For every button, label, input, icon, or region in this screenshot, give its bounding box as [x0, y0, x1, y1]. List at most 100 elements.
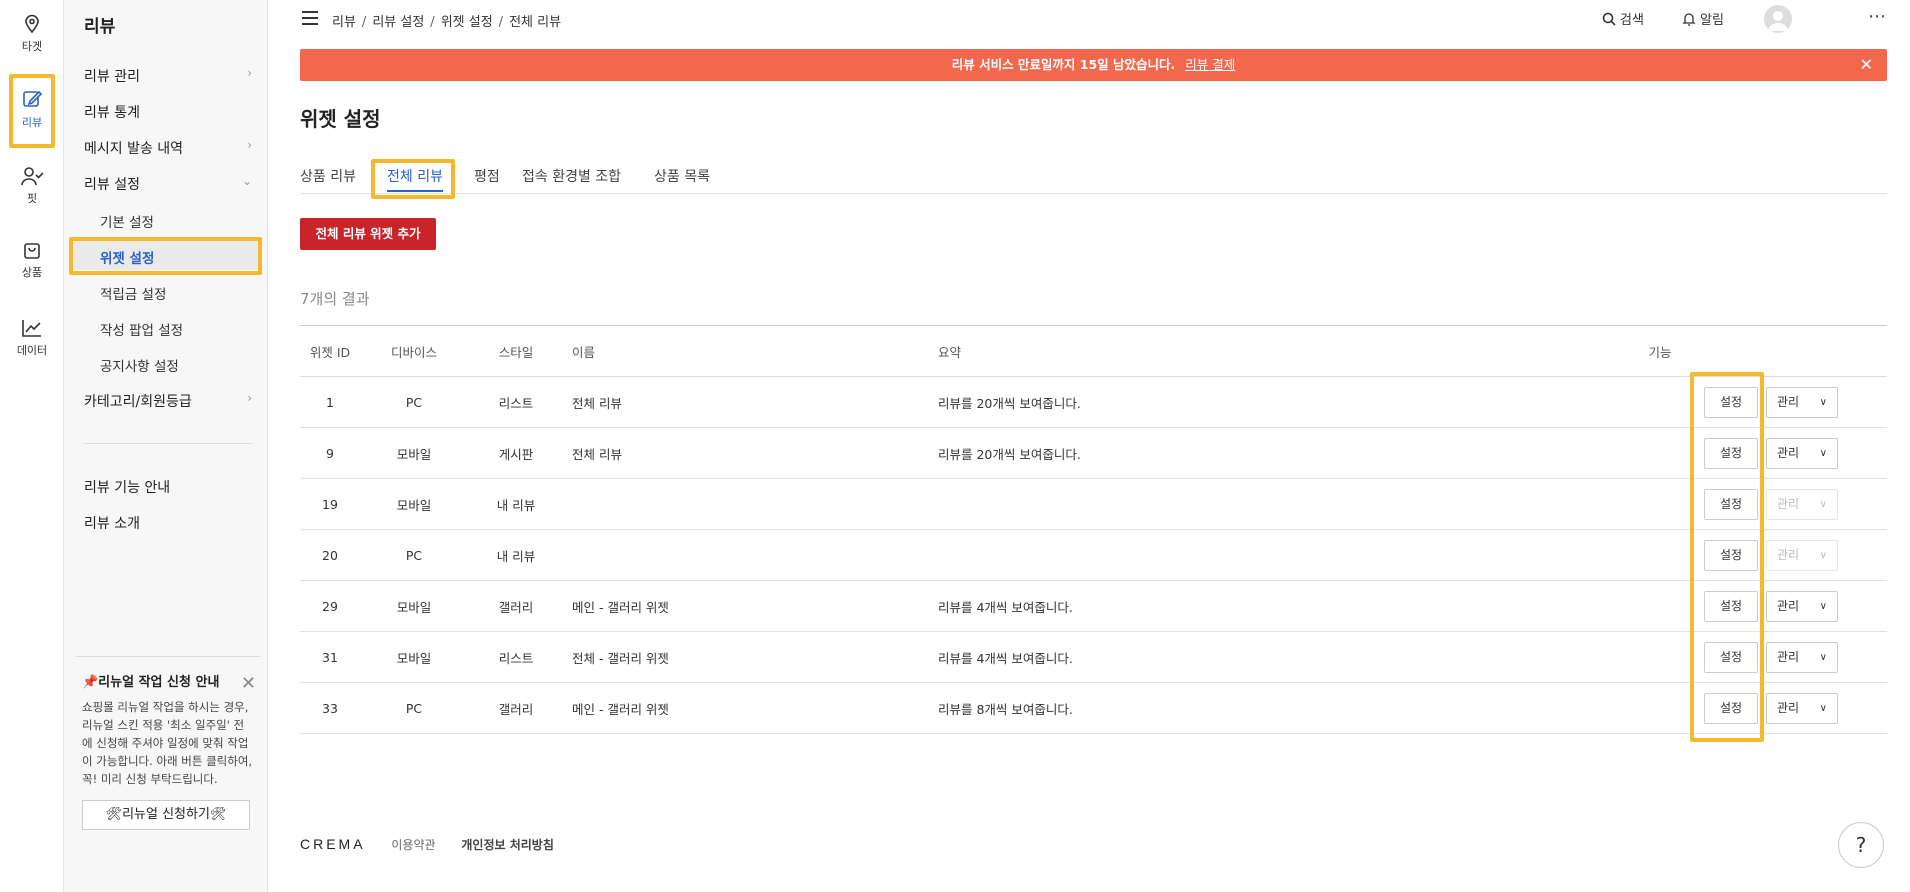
cell-style: 내 리뷰	[496, 497, 536, 513]
sidebar-item-review-stats[interactable]: 리뷰 통계	[84, 102, 252, 122]
widget-settings-button[interactable]: 설정	[1704, 540, 1758, 571]
sidebar-item-message-history[interactable]: 메시지 발송 내역 ›	[84, 138, 252, 158]
cell-name: 메인 - 갤러리 위젯	[572, 599, 669, 615]
widget-settings-button[interactable]: 설정	[1704, 642, 1758, 673]
manage-label: 관리	[1777, 599, 1800, 613]
cell-device: 모바일	[396, 650, 432, 666]
manage-dropdown[interactable]: 관리 ∨	[1766, 387, 1838, 418]
sidebar-sub-popup[interactable]: 작성 팝업 설정	[100, 319, 183, 339]
edit-icon	[0, 88, 64, 110]
top-bar: 리뷰 / 리뷰 설정 / 위젯 설정 / 전체 리뷰 검색 알림 ⋯	[268, 0, 1910, 38]
manage-dropdown[interactable]: 관리 ∨	[1766, 438, 1838, 469]
cell-style: 리스트	[498, 650, 534, 666]
add-widget-button[interactable]: 전체 리뷰 위젯 추가	[300, 218, 436, 250]
avatar[interactable]	[1764, 5, 1792, 33]
sidebar-item-category[interactable]: 카테고리/회원등급 ›	[84, 391, 252, 411]
breadcrumb-item: 전체 리뷰	[509, 15, 562, 30]
cell-style: 내 리뷰	[496, 548, 536, 564]
rail-item-label: 타겟	[21, 40, 43, 53]
table-row: 29 모바일 갤러리 메인 - 갤러리 위젯 리뷰를 4개씩 보여줍니다. 설정 관리 ∨	[300, 581, 1887, 632]
close-icon[interactable]: ✕	[241, 673, 256, 694]
chevron-down-icon: ∨	[1819, 652, 1827, 663]
tab-rating[interactable]: 평점	[474, 166, 500, 186]
close-icon[interactable]: ✕	[1860, 49, 1873, 81]
breadcrumb-item[interactable]: 리뷰 설정	[372, 15, 424, 30]
notice-body: 쇼핑몰 리뉴얼 작업을 하시는 경우, 리뉴얼 스킨 적용 '최소 일주일' 전…	[82, 700, 253, 786]
banner-payment-link[interactable]: 리뷰 결제	[1185, 57, 1235, 72]
menu-icon[interactable]	[302, 11, 318, 25]
page-title: 위젯 설정	[300, 107, 381, 131]
main-content: 리뷰 / 리뷰 설정 / 위젯 설정 / 전체 리뷰 검색 알림 ⋯ 리뷰 서비스 만료일까…	[268, 0, 1910, 892]
privacy-link[interactable]: 개인정보 처리방침	[461, 838, 554, 852]
alarm-button[interactable]: 알림	[1682, 9, 1724, 28]
rail-item[interactable]: 핏	[0, 166, 64, 206]
sidebar-link-guide[interactable]: 리뷰 기능 안내	[84, 477, 252, 497]
sidebar-sub-widget[interactable]: 위젯 설정	[100, 247, 154, 267]
sidebar-sub-basic[interactable]: 기본 설정	[100, 211, 154, 231]
sidebar-link-intro[interactable]: 리뷰 소개	[84, 513, 252, 533]
chevron-down-icon: ∨	[1819, 448, 1827, 459]
sidebar-item-review-settings[interactable]: 리뷰 설정 ⌄	[84, 174, 252, 194]
cell-style: 게시판	[498, 446, 534, 462]
header-style: 스타일	[498, 344, 534, 360]
cell-id: 33	[322, 700, 338, 716]
search-button[interactable]: 검색	[1602, 9, 1644, 28]
cell-device: 모바일	[396, 599, 432, 615]
table-header: 위젯 ID 디바이스 스타일 이름 요약 기능	[300, 326, 1887, 377]
manage-label: 관리	[1777, 650, 1800, 664]
user-check-icon	[0, 166, 64, 186]
cell-id: 20	[322, 547, 338, 563]
manage-dropdown[interactable]: 관리 ∨	[1766, 693, 1838, 724]
tab-all-review[interactable]: 전체 리뷰	[387, 166, 443, 192]
rail-item[interactable]: 타겟	[0, 14, 64, 54]
banner-text: 리뷰 서비스 만료일까지 15일 남았습니다.	[951, 57, 1176, 72]
breadcrumb-item[interactable]: 리뷰	[332, 15, 356, 30]
cell-summary: 리뷰를 4개씩 보여줍니다.	[938, 599, 1073, 615]
location-pin-icon	[0, 14, 64, 34]
widget-settings-button[interactable]: 설정	[1704, 693, 1758, 724]
breadcrumb-sep: /	[430, 15, 435, 30]
widget-settings-button[interactable]: 설정	[1704, 438, 1758, 469]
tab-product-list[interactable]: 상품 목록	[654, 166, 710, 186]
table-row: 31 모바일 리스트 전체 - 갤러리 위젯 리뷰를 4개씩 보여줍니다. 설정 관리 ∨	[300, 632, 1887, 683]
sidebar-item-label: 리뷰 통계	[84, 105, 140, 121]
breadcrumb-item[interactable]: 위젯 설정	[441, 15, 493, 30]
cell-id: 19	[322, 496, 338, 512]
tab-product-review[interactable]: 상품 리뷰	[300, 166, 356, 186]
search-icon	[1602, 12, 1616, 26]
more-icon[interactable]: ⋯	[1868, 6, 1887, 27]
table-row: 1 PC 리스트 전체 리뷰 리뷰를 20개씩 보여줍니다. 설정 관리 ∨	[300, 377, 1887, 428]
breadcrumb: 리뷰 / 리뷰 설정 / 위젯 설정 / 전체 리뷰	[332, 11, 561, 30]
manage-dropdown[interactable]: 관리 ∨	[1766, 591, 1838, 622]
renewal-request-button[interactable]: 🛠리뉴얼 신청하기🛠	[82, 800, 250, 830]
rail-item[interactable]: 상품	[0, 240, 64, 280]
rail-item-label: 핏	[26, 192, 38, 205]
widget-settings-button[interactable]: 설정	[1704, 489, 1758, 520]
sidebar-divider	[84, 443, 252, 444]
sidebar-sub-notice[interactable]: 공지사항 설정	[100, 355, 179, 375]
rail-item[interactable]: 데이터	[0, 318, 64, 358]
cell-summary	[938, 530, 1538, 580]
rail-item-label: 상품	[21, 266, 43, 279]
rail-item[interactable]: 리뷰	[0, 88, 64, 130]
cell-device: 모바일	[396, 497, 432, 513]
sidebar-item-review-manage[interactable]: 리뷰 관리 ›	[84, 66, 252, 86]
cell-id: 29	[322, 598, 338, 614]
widget-settings-button[interactable]: 설정	[1704, 591, 1758, 622]
terms-link[interactable]: 이용약관	[391, 838, 435, 852]
help-button[interactable]: ?	[1838, 822, 1884, 868]
result-count: 7개의 결과	[300, 290, 370, 308]
chevron-down-icon: ∨	[1819, 397, 1827, 408]
manage-dropdown[interactable]: 관리 ∨	[1766, 642, 1838, 673]
tab-device-combo[interactable]: 접속 환경별 조합	[522, 166, 621, 186]
sidebar-sub-points[interactable]: 적립금 설정	[100, 283, 166, 303]
widget-settings-button[interactable]: 설정	[1704, 387, 1758, 418]
sidebar-item-label: 리뷰 설정	[84, 177, 140, 193]
cell-id: 1	[326, 394, 334, 410]
sidebar-title: 리뷰	[84, 17, 116, 37]
header-name: 이름	[572, 344, 596, 360]
table-body: 1 PC 리스트 전체 리뷰 리뷰를 20개씩 보여줍니다. 설정 관리 ∨ 9 모바일 게시판 전체…	[300, 377, 1887, 734]
sidebar-item-label: 카테고리/회원등급	[84, 394, 192, 410]
manage-label: 관리	[1777, 446, 1800, 460]
header-summary: 요약	[938, 344, 962, 360]
